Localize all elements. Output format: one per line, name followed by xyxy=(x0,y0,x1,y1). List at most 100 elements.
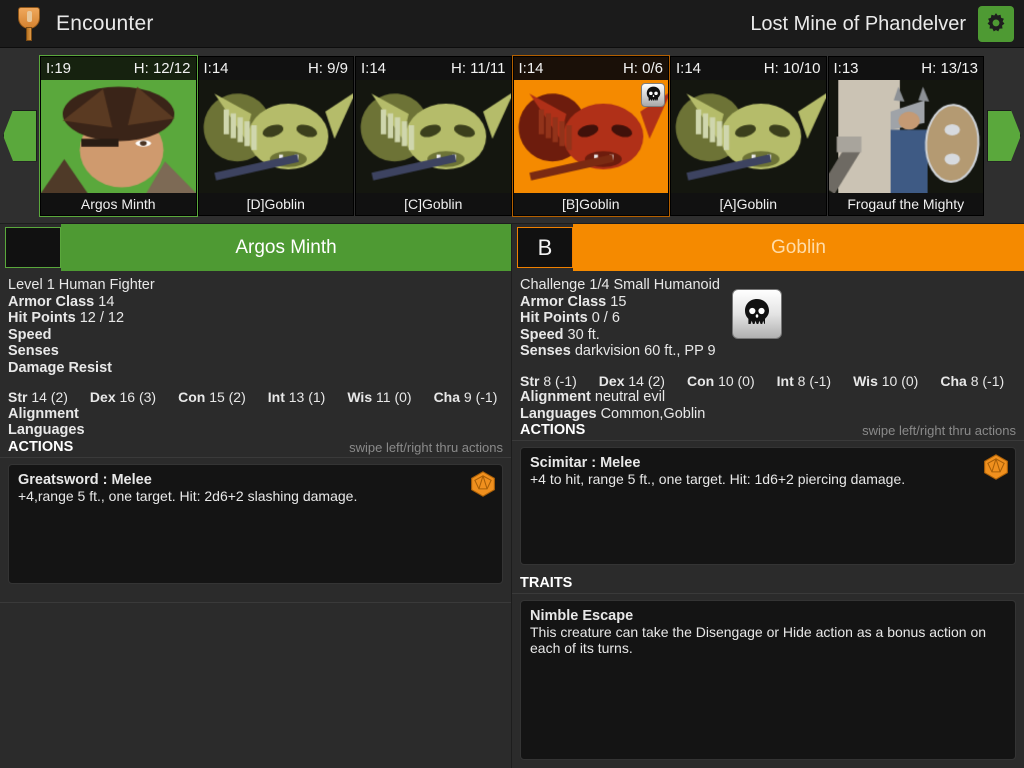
d20-icon[interactable] xyxy=(983,454,1009,480)
left-actions-header: ACTIONS swipe left/right thru actions xyxy=(0,439,511,458)
stat-label: Languages xyxy=(520,405,597,422)
ability-value: 14 (2) xyxy=(31,389,68,405)
combatant-portrait xyxy=(513,79,668,193)
ability-label: Str xyxy=(520,372,540,389)
left-tag-box xyxy=(5,227,61,268)
left-actions-hint: swipe left/right thru actions xyxy=(349,439,503,455)
initiative-value: I:14 xyxy=(676,59,702,77)
page-title: Encounter xyxy=(56,11,154,35)
hit-points-value: H: 10/10 xyxy=(763,59,821,77)
right-trait-title: Nimble Escape xyxy=(530,608,634,624)
hit-points-value: H: 12/12 xyxy=(133,59,191,77)
ability-score: Wis 10 (0) xyxy=(853,373,918,390)
ability-value: 16 (3) xyxy=(119,389,157,405)
combatant-status-bar: I:13 H: 13/13 xyxy=(828,56,983,80)
combatant-card[interactable]: I:14 H: 11/11 [C]Goblin xyxy=(355,55,512,216)
ability-score: Cha 8 (-1) xyxy=(940,373,1004,390)
combatant-card[interactable]: I:14 H: 10/10 [A]Goblin xyxy=(670,55,827,216)
ability-label: Dex xyxy=(598,372,625,389)
combatant-status-bar: I:14 H: 9/9 xyxy=(198,56,353,80)
ability-value: 11 (0) xyxy=(376,389,412,405)
combatant-card[interactable]: I:14 H: 9/9 [D]Goblin xyxy=(197,55,354,216)
right-ability-scores: Str 8 (-1) Dex 14 (2) Con 10 (0) Int 8 (-1)… xyxy=(520,373,1016,390)
ability-score: Cha 9 (-1) xyxy=(434,389,498,406)
ability-value: 10 (0) xyxy=(881,372,919,389)
initiative-value: I:14 xyxy=(361,59,387,77)
left-stat-lines: Armor Class 14 Hit Points 12 / 12 Speed Se… xyxy=(8,294,503,377)
header-right-group: Lost Mine of Phandelver xyxy=(750,0,1014,48)
ability-value: 8 (-1) xyxy=(970,372,1005,389)
stat-value: 12 / 12 xyxy=(79,310,125,326)
app-header: Encounter Lost Mine of Phandelver xyxy=(0,0,1024,48)
right-trait-entry[interactable]: Nimble Escape This creature can take the… xyxy=(520,600,1016,760)
combatant-name: Argos Minth xyxy=(41,192,196,215)
right-tag-box: B xyxy=(517,227,573,268)
stat-line: Armor Class 14 xyxy=(8,294,503,311)
prev-combatant-button[interactable] xyxy=(0,109,40,162)
right-statblock-panel: B Goblin Challenge 1/4 Small Humanoid Ar… xyxy=(512,224,1024,768)
combatant-portrait xyxy=(356,79,511,193)
combatant-status-bar: I:14 H: 11/11 xyxy=(356,56,511,80)
stat-value: 0 / 6 xyxy=(591,310,620,326)
campaign-title: Lost Mine of Phandelver xyxy=(750,12,966,35)
ability-score: Int 13 (1) xyxy=(268,389,326,406)
chevron-left-icon xyxy=(3,109,37,162)
ability-value: 14 (2) xyxy=(628,372,665,389)
ability-score: Con 15 (2) xyxy=(178,389,246,406)
combatant-name: [A]Goblin xyxy=(671,192,826,215)
stat-label: Alignment xyxy=(8,405,79,422)
stat-value: Common,Goblin xyxy=(600,405,706,422)
ability-score: Dex 16 (3) xyxy=(90,389,156,406)
gear-icon[interactable] xyxy=(978,6,1014,42)
right-panel-header: B Goblin xyxy=(512,224,1024,271)
left-actions-title: ACTIONS xyxy=(8,438,74,455)
statblock-panels: Argos Minth Level 1 Human Fighter Armor … xyxy=(0,224,1024,768)
ability-label: Wis xyxy=(347,389,373,405)
left-trailing-stats: Alignment Languages xyxy=(8,406,503,439)
chevron-right-icon xyxy=(987,109,1021,162)
right-trait-body: This creature can take the Disengage or … xyxy=(530,624,987,656)
ability-label: Dex xyxy=(89,389,116,405)
combatant-portrait xyxy=(828,79,983,193)
combatant-card[interactable]: I:14 H: 0/6 [B]Goblin xyxy=(512,55,669,216)
ability-score: Str 14 (2) xyxy=(8,389,68,406)
hit-points-value: H: 13/13 xyxy=(921,59,978,77)
combatant-portrait xyxy=(41,79,196,193)
combatant-card[interactable]: I:19 H: 12/12 Argos Minth xyxy=(40,55,197,216)
left-panel-header: Argos Minth xyxy=(0,224,511,271)
stat-value: neutral evil xyxy=(594,389,666,405)
stat-label: Senses xyxy=(8,343,59,359)
stat-line: Languages Common,Goblin xyxy=(520,406,1016,423)
stat-line: Damage Resist xyxy=(8,360,503,377)
ability-label: Int xyxy=(267,389,285,405)
combatant-card-list: I:19 H: 12/12 Argos Minth I:14 H: 9/9 [D]Gobl… xyxy=(40,55,984,216)
left-action-entry[interactable]: Greatsword : Melee +4,range 5 ft., one t… xyxy=(8,463,503,584)
stat-label: Speed xyxy=(8,326,52,343)
combatant-card[interactable]: I:13 H: 13/13 Frogauf the Mighty xyxy=(827,55,984,216)
ability-label: Wis xyxy=(853,372,878,389)
right-actions-header: ACTIONS swipe left/right thru actions xyxy=(512,422,1024,441)
ability-score: Wis 11 (0) xyxy=(347,389,411,406)
stat-value: 15 xyxy=(610,293,627,310)
d20-icon[interactable] xyxy=(470,470,496,497)
combatant-status-bar: I:14 H: 10/10 xyxy=(671,56,826,80)
hit-points-value: H: 0/6 xyxy=(622,59,663,77)
stat-line: Languages xyxy=(8,422,503,439)
right-creature-name[interactable]: Goblin xyxy=(573,224,1024,271)
ability-label: Cha xyxy=(433,389,461,405)
ability-value: 15 (2) xyxy=(209,389,246,405)
stat-label: Armor Class xyxy=(520,293,607,310)
right-action-entry[interactable]: Scimitar : Melee +4 to hit, range 5 ft.,… xyxy=(520,447,1016,565)
combatant-name: [B]Goblin xyxy=(513,192,668,215)
initiative-value: I:14 xyxy=(518,59,544,77)
combatant-portrait xyxy=(198,79,353,193)
left-creature-name[interactable]: Argos Minth xyxy=(61,224,511,271)
initiative-value: I:13 xyxy=(833,59,859,77)
left-action-title: Greatsword : Melee xyxy=(18,471,152,488)
stat-value: 30 ft. xyxy=(567,326,600,343)
hit-points-value: H: 9/9 xyxy=(307,59,348,77)
right-traits-title: TRAITS xyxy=(520,575,573,591)
next-combatant-button[interactable] xyxy=(984,109,1024,162)
stat-label: Hit Points xyxy=(8,310,76,326)
left-ability-scores: Str 14 (2) Dex 16 (3) Con 15 (2) Int 13 (1)… xyxy=(8,389,503,406)
